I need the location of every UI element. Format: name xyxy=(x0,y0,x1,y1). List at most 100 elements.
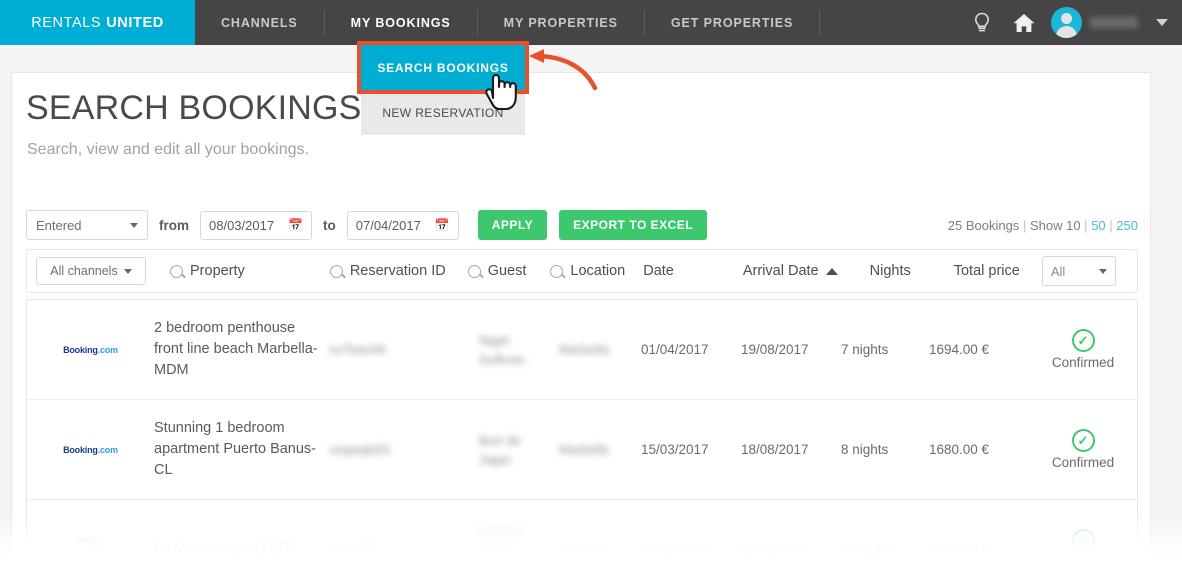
only-apartments-logo: only- apartments GLOBAL SHORT RENTALS xyxy=(56,534,125,564)
search-icon[interactable] xyxy=(170,264,183,278)
reservation-id-value: xnqwqkt01 xyxy=(329,442,392,457)
nav-item-get-properties[interactable]: GET PROPERTIES xyxy=(645,0,819,45)
column-header-date-label: Date xyxy=(643,263,674,279)
channel-logo-cell: only- apartments GLOBAL SHORT RENTALS xyxy=(27,534,154,564)
column-header-location[interactable]: Location xyxy=(550,263,625,279)
my-bookings-dropdown-menu: SEARCH BOOKINGS NEW RESERVATION xyxy=(361,45,525,135)
column-header-guest[interactable]: Guest xyxy=(467,263,527,279)
column-header-nights[interactable]: Nights xyxy=(870,263,911,279)
separator: | xyxy=(1084,217,1088,233)
guest-cell: Burt de Jager xyxy=(479,431,559,469)
arrival-date-cell: 19/08/2017 xyxy=(741,342,809,357)
apply-button[interactable]: APPLY xyxy=(477,210,548,240)
property-cell: Stunning 1 bedroom apartment Puerto Banu… xyxy=(154,420,317,478)
avatar-body xyxy=(1056,26,1077,38)
column-header-arrival-date[interactable]: Arrival Date xyxy=(743,263,838,279)
status-label: Confirmed xyxy=(1051,455,1115,470)
nav-item-my-properties-label: MY PROPERTIES xyxy=(503,15,618,30)
calendar-icon[interactable]: 📅 xyxy=(435,218,450,232)
booking-com-logo: Booking.com xyxy=(63,344,118,355)
table-header-row: All channels Property Reservation ID Gue… xyxy=(26,249,1138,293)
channel-filter-value: All channels xyxy=(50,264,118,278)
table-row[interactable]: only- apartments GLOBAL SHORT RENTALS La… xyxy=(27,500,1137,564)
location-value: Marbella xyxy=(559,542,609,557)
channel-filter-select[interactable]: All channels xyxy=(36,257,146,285)
guest-cell: CristinaRossiSantos xyxy=(479,521,559,563)
table-row[interactable]: Booking.com 2 bedroom penthouse front li… xyxy=(27,300,1137,400)
column-header-nights-label: Nights xyxy=(869,263,911,279)
column-header-date[interactable]: Date xyxy=(643,263,674,279)
show-label: Show 10 xyxy=(1029,217,1081,233)
nights-cell: 8 nights xyxy=(841,442,889,457)
nav-item-channels-label: CHANNELS xyxy=(221,15,298,30)
chevron-down-icon xyxy=(130,222,138,228)
date-to-input[interactable]: 07/04/2017 📅 xyxy=(346,210,459,240)
column-header-reservation-id-label: Reservation ID xyxy=(349,263,446,279)
search-icon[interactable] xyxy=(467,264,481,278)
column-header-property[interactable]: Property xyxy=(170,263,245,279)
guest-cell: Nigel Sullivan xyxy=(479,331,559,369)
column-header-guest-label: Guest xyxy=(487,263,527,279)
separator: | xyxy=(1109,217,1113,233)
menu-item-new-reservation[interactable]: NEW RESERVATION xyxy=(361,90,525,135)
nav-item-my-properties[interactable]: MY PROPERTIES xyxy=(478,0,644,45)
menu-item-search-bookings[interactable]: SEARCH BOOKINGS xyxy=(361,45,525,90)
column-header-location-label: Location xyxy=(570,263,626,279)
export-to-excel-button[interactable]: EXPORT TO EXCEL xyxy=(559,210,708,240)
nav-item-my-bookings[interactable]: MY BOOKINGS xyxy=(325,0,477,45)
bookings-count: 25 Bookings xyxy=(947,217,1020,233)
status-filter-select[interactable]: All xyxy=(1041,256,1116,286)
sort-ascending-icon[interactable] xyxy=(825,267,838,275)
brand-logo-bold: UNITED xyxy=(106,14,164,31)
total-price-cell: 1680.00 € xyxy=(929,442,990,457)
booking-com-logo: Booking.com xyxy=(63,444,118,455)
date-type-select[interactable]: Entered xyxy=(26,210,148,240)
brand-logo[interactable]: RENTALS UNITED xyxy=(0,0,195,45)
nav-item-channels[interactable]: CHANNELS xyxy=(195,0,324,45)
property-cell: 2 bedroom penthouse front line beach Mar… xyxy=(154,320,318,378)
date-cell: 01/04/2017 xyxy=(641,342,709,357)
page-title: SEARCH BOOKINGS xyxy=(26,89,362,127)
channel-logo-cell: Booking.com xyxy=(27,445,154,455)
table-row[interactable]: Booking.com Stunning 1 bedroom apartment… xyxy=(27,400,1137,500)
check-circle-icon: ✓ xyxy=(1071,529,1095,552)
location-value: Marbella xyxy=(559,342,609,357)
avatar-head xyxy=(1061,13,1072,24)
from-label: from xyxy=(159,217,189,233)
date-cell: 30/03/2017 xyxy=(641,542,709,557)
column-header-total-price-label: Total price xyxy=(953,263,1020,279)
column-header-total-price[interactable]: Total price xyxy=(954,263,1020,279)
status-cell: ✓ Confirmed xyxy=(1029,329,1137,370)
search-icon[interactable] xyxy=(550,264,564,278)
location-cell: Marbella xyxy=(559,540,641,559)
channel-logo-cell: Booking.com xyxy=(27,345,154,355)
calendar-icon[interactable]: 📅 xyxy=(288,218,303,232)
show-50-link[interactable]: 50 xyxy=(1091,218,1105,233)
chevron-down-icon[interactable] xyxy=(1156,19,1168,26)
search-icon[interactable] xyxy=(329,264,343,278)
home-icon[interactable] xyxy=(1003,0,1045,45)
separator: | xyxy=(1022,217,1027,233)
nav-item-my-bookings-label: MY BOOKINGS xyxy=(350,15,451,30)
menu-item-search-bookings-label: SEARCH BOOKINGS xyxy=(377,60,509,75)
guest-value: CristinaRossiSantos xyxy=(479,523,524,563)
nav-items: CHANNELS MY BOOKINGS MY PROPERTIES GET P… xyxy=(195,0,961,45)
date-to-value: 07/04/2017 xyxy=(355,217,421,233)
lightbulb-icon[interactable] xyxy=(961,0,1003,45)
reservation-id-cell: xnqwqkt01 xyxy=(329,440,479,459)
guest-value: Burt de Jager xyxy=(479,432,521,467)
date-type-select-value: Entered xyxy=(36,217,82,233)
user-avatar[interactable] xyxy=(1051,7,1082,38)
status-cell: ✓ Confirmed xyxy=(1029,529,1137,564)
top-navigation-bar: RENTALS UNITED CHANNELS MY BOOKINGS MY PR… xyxy=(0,0,1182,45)
column-header-reservation-id[interactable]: Reservation ID xyxy=(329,263,446,279)
date-from-value: 08/03/2017 xyxy=(209,217,275,233)
date-from-input[interactable]: 08/03/2017 📅 xyxy=(200,210,312,240)
status-label: Confirmed xyxy=(1051,555,1115,564)
nights-cell: 7 nights xyxy=(841,342,889,357)
total-price-cell: 1694.00 € xyxy=(929,342,990,357)
status-label: Confirmed xyxy=(1051,355,1115,370)
reservation-id-value: nnqwkt9 xyxy=(329,542,378,557)
menu-item-new-reservation-label: NEW RESERVATION xyxy=(382,105,504,120)
show-250-link[interactable]: 250 xyxy=(1116,218,1138,233)
